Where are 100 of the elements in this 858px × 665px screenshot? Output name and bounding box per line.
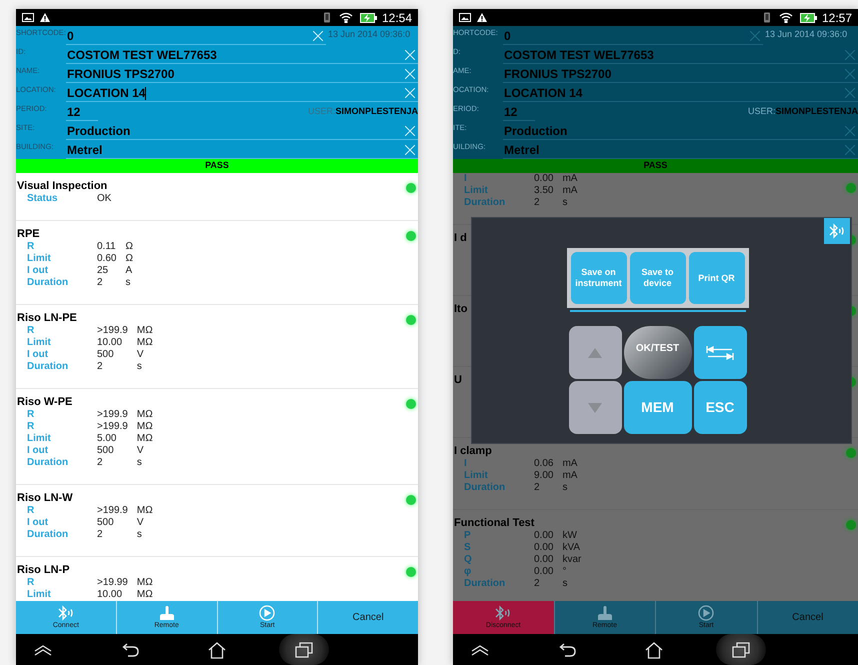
row-label: I	[464, 173, 468, 185]
row-unit: kW	[562, 530, 578, 542]
arrow-key[interactable]	[568, 381, 622, 434]
row-unit: MΩ	[136, 325, 153, 337]
row-value: 0.00	[534, 173, 554, 185]
up-triangle-icon	[587, 346, 603, 358]
user-name: SIMONPLESTENJA	[335, 105, 418, 118]
row-unit: s	[125, 277, 132, 289]
recent-apps-icon[interactable]	[295, 642, 313, 658]
row-label: Duration	[464, 197, 506, 209]
row-unit: MΩ	[136, 577, 153, 589]
row-value: >199.9	[97, 421, 128, 433]
back-icon[interactable]	[120, 642, 140, 656]
row-label: Q	[464, 554, 473, 566]
row-label: Duration	[27, 457, 70, 469]
hide-keyboard-icon[interactable]	[470, 644, 490, 656]
row-value: OK	[97, 193, 112, 205]
row-label: R	[27, 409, 36, 421]
input-field[interactable]: Production	[503, 121, 858, 140]
toolbar-button[interactable]: Cancel	[756, 601, 858, 634]
row-label: Limit	[464, 470, 489, 482]
action-button[interactable]: Print QR	[688, 252, 744, 304]
row-value: 2	[97, 361, 104, 373]
row-value: 2	[534, 578, 541, 590]
row-unit: MΩ	[136, 505, 153, 517]
input-field[interactable]: 12	[503, 102, 535, 121]
row-label: R	[27, 505, 36, 517]
escape-key[interactable]: ESC	[694, 381, 746, 434]
input-field[interactable]: LOCATION 14	[503, 83, 858, 102]
test-title: RPE	[16, 227, 40, 241]
row-value: 10.00	[97, 337, 124, 349]
test-title: Riso LN-PE	[16, 311, 77, 325]
input-field[interactable]: 0	[503, 26, 763, 45]
nav-button[interactable]	[716, 634, 766, 665]
row-label: S	[464, 542, 472, 554]
home-icon[interactable]	[644, 640, 664, 658]
nav-button[interactable]	[279, 634, 329, 665]
input-field[interactable]: COSTOM TEST WEL77653	[503, 45, 858, 64]
recent-apps-icon[interactable]	[732, 642, 750, 658]
tab-key[interactable]	[694, 326, 746, 379]
toolbar-button[interactable]: Cancel	[317, 601, 418, 634]
down-triangle-icon	[587, 402, 603, 414]
row-value: 5.00	[97, 433, 118, 445]
row-unit: s	[136, 457, 143, 469]
input-field[interactable]: LOCATION 14	[66, 83, 418, 102]
pass-banner: PASS	[16, 159, 418, 173]
row-label: I	[464, 458, 468, 470]
row-label: R	[27, 577, 36, 589]
row-unit: kvar	[562, 554, 582, 566]
row-unit: Ω	[125, 253, 133, 265]
test-title: I d	[453, 231, 467, 245]
input-field[interactable]: FRONIUS TPS2700	[66, 64, 418, 83]
row-label: Duration	[27, 529, 70, 541]
arrow-key[interactable]	[568, 326, 622, 379]
row-value: 2	[97, 529, 104, 541]
row-value: 2	[97, 457, 104, 469]
row-label: R	[27, 241, 36, 253]
row-value: 25	[97, 265, 110, 277]
user-name: SIMONPLESTENJA	[775, 105, 858, 118]
row-value: >199.9	[97, 409, 128, 421]
input-field[interactable]: COSTOM TEST WEL77653	[66, 45, 418, 64]
row-label: Duration	[27, 277, 70, 289]
input-field[interactable]: 0	[66, 26, 326, 45]
row-value: 2	[534, 197, 541, 209]
test-title: Riso W-PE	[16, 395, 72, 409]
input-field[interactable]: 12	[66, 102, 98, 121]
test-title: Functional Test	[453, 516, 534, 530]
status-time: 12:57	[822, 12, 852, 24]
back-icon[interactable]	[557, 642, 577, 656]
play-icon	[696, 605, 716, 621]
row-value: 500	[97, 445, 115, 457]
row-value: 0.06	[534, 458, 554, 470]
action-button[interactable]: Save on instrument	[570, 252, 626, 304]
test-title: Riso LN-P	[16, 563, 70, 577]
hide-keyboard-icon[interactable]	[33, 644, 53, 656]
row-label: I out	[27, 445, 50, 457]
memory-key[interactable]: MEM	[624, 381, 692, 434]
image-icon	[459, 13, 471, 22]
row-unit: Ω	[125, 241, 133, 253]
row-value: >199.9	[97, 505, 128, 517]
row-label: R	[27, 421, 36, 433]
home-icon[interactable]	[207, 640, 227, 658]
row-value: 500	[97, 349, 115, 361]
row-unit: s	[136, 529, 143, 541]
ok-test-button[interactable]: OK/TEST	[624, 326, 692, 379]
warning-icon	[40, 13, 50, 22]
play-icon	[257, 605, 278, 621]
warning-icon	[477, 13, 487, 22]
row-value: 0.11	[97, 241, 116, 253]
action-button[interactable]: Save to device	[630, 252, 686, 304]
input-field[interactable]: Production	[66, 121, 418, 140]
input-field[interactable]: FRONIUS TPS2700	[503, 64, 858, 83]
tab-arrows-icon	[705, 344, 735, 360]
date-text: 13 Jun 2014 09:36:0	[328, 28, 410, 41]
row-unit: s	[136, 361, 143, 373]
wifi-icon	[338, 12, 353, 23]
row-label: I out	[27, 517, 50, 529]
row-unit: A	[125, 265, 133, 277]
row-label: Limit	[27, 253, 52, 265]
row-value: 2	[97, 277, 104, 289]
